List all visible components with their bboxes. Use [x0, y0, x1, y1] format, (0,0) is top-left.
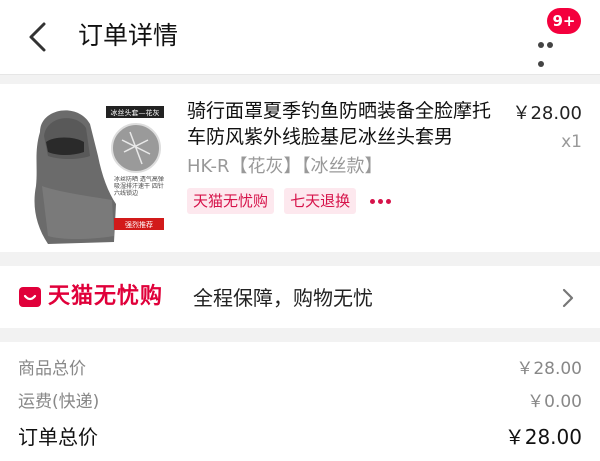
back-arrow-icon[interactable] [22, 18, 56, 56]
service-tag[interactable]: 七天退换 [284, 188, 357, 214]
guarantee-description: 全程保障，购物无忧 [193, 286, 373, 310]
product-card[interactable]: 冰丝头套—花灰 冰丝防晒 透气高弹 吸湿排汗速干 四针六线锁边 强烈推荐 骑行面… [0, 84, 600, 252]
image-label-features: 冰丝防晒 透气高弹 吸湿排汗速干 四针六线锁边 [114, 176, 164, 197]
product-image[interactable]: 冰丝头套—花灰 冰丝防晒 透气高弹 吸湿排汗速干 四针六线锁边 强烈推荐 [18, 96, 168, 246]
order-total-label: 订单总价 [18, 425, 98, 449]
guarantee-row[interactable]: 天猫无忧购 全程保障，购物无忧 [0, 266, 600, 328]
page-title: 订单详情 [78, 21, 179, 50]
image-label-top: 冰丝头套—花灰 [111, 108, 160, 117]
order-total-row: 订单总价 ￥28.00 [18, 422, 582, 452]
notification-badge: 9+ [547, 8, 581, 34]
goods-total-value: ￥28.00 [516, 359, 582, 379]
product-quantity: x1 [561, 132, 582, 152]
tmall-shield-icon [19, 287, 41, 307]
chevron-right-icon[interactable] [561, 287, 575, 309]
more-tags-icon[interactable] [366, 188, 398, 214]
shipping-row: 运费(快递) ￥0.00 [18, 387, 582, 417]
top-bar: 订单详情 9+ [0, 0, 600, 75]
order-total-value: ￥28.00 [504, 425, 582, 449]
more-menu-icon[interactable] [538, 33, 564, 67]
service-tags: 天猫无忧购 七天退换 [187, 188, 398, 214]
product-price: ￥28.00 [512, 103, 582, 124]
guarantee-brand: 天猫无忧购 [48, 284, 164, 309]
price-summary: 商品总价 ￥28.00 运费(快递) ￥0.00 订单总价 ￥28.00 [0, 342, 600, 461]
image-label-recommend: 强烈推荐 [125, 220, 153, 229]
shipping-value: ￥0.00 [527, 392, 582, 412]
shipping-label: 运费(快递) [18, 392, 100, 412]
product-title[interactable]: 骑行面罩夏季钓鱼防晒装备全脸摩托车防风紫外线脸基尼冰丝头套男 [187, 98, 497, 150]
goods-total-label: 商品总价 [18, 359, 86, 379]
product-sku: HK-R【花灰】【冰丝款】 [187, 156, 383, 177]
goods-total-row: 商品总价 ￥28.00 [18, 354, 582, 384]
service-tag[interactable]: 天猫无忧购 [187, 188, 275, 214]
